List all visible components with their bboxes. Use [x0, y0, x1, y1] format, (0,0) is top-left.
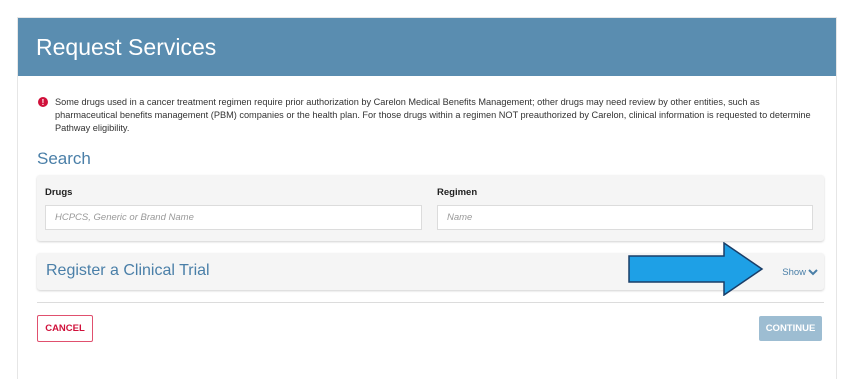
show-toggle[interactable]: Show [782, 267, 818, 278]
cancel-button[interactable]: CANCEL [37, 315, 93, 342]
divider [37, 302, 824, 303]
regimen-label: Regimen [437, 187, 478, 198]
regimen-input[interactable]: Name [437, 205, 813, 230]
page-header: Request Services [18, 18, 836, 76]
info-alert: ! Some drugs used in a cancer treatment … [38, 96, 818, 135]
drugs-label: Drugs [45, 187, 73, 198]
continue-button[interactable]: CONTINUE [759, 316, 822, 341]
page-title: Request Services [36, 33, 217, 60]
search-heading: Search [37, 149, 91, 168]
annotation-arrow-icon [628, 242, 764, 296]
drugs-input[interactable]: HCPCS, Generic or Brand Name [45, 205, 422, 230]
alert-text: Some drugs used in a cancer treatment re… [55, 97, 811, 133]
show-toggle-label: Show [782, 267, 806, 278]
exclamation-icon: ! [38, 97, 48, 107]
request-services-panel: Request Services ! Some drugs used in a … [17, 17, 837, 379]
chevron-down-icon [808, 269, 818, 276]
clinical-trial-title: Register a Clinical Trial [46, 262, 210, 279]
search-form: Drugs HCPCS, Generic or Brand Name Regim… [37, 175, 824, 241]
